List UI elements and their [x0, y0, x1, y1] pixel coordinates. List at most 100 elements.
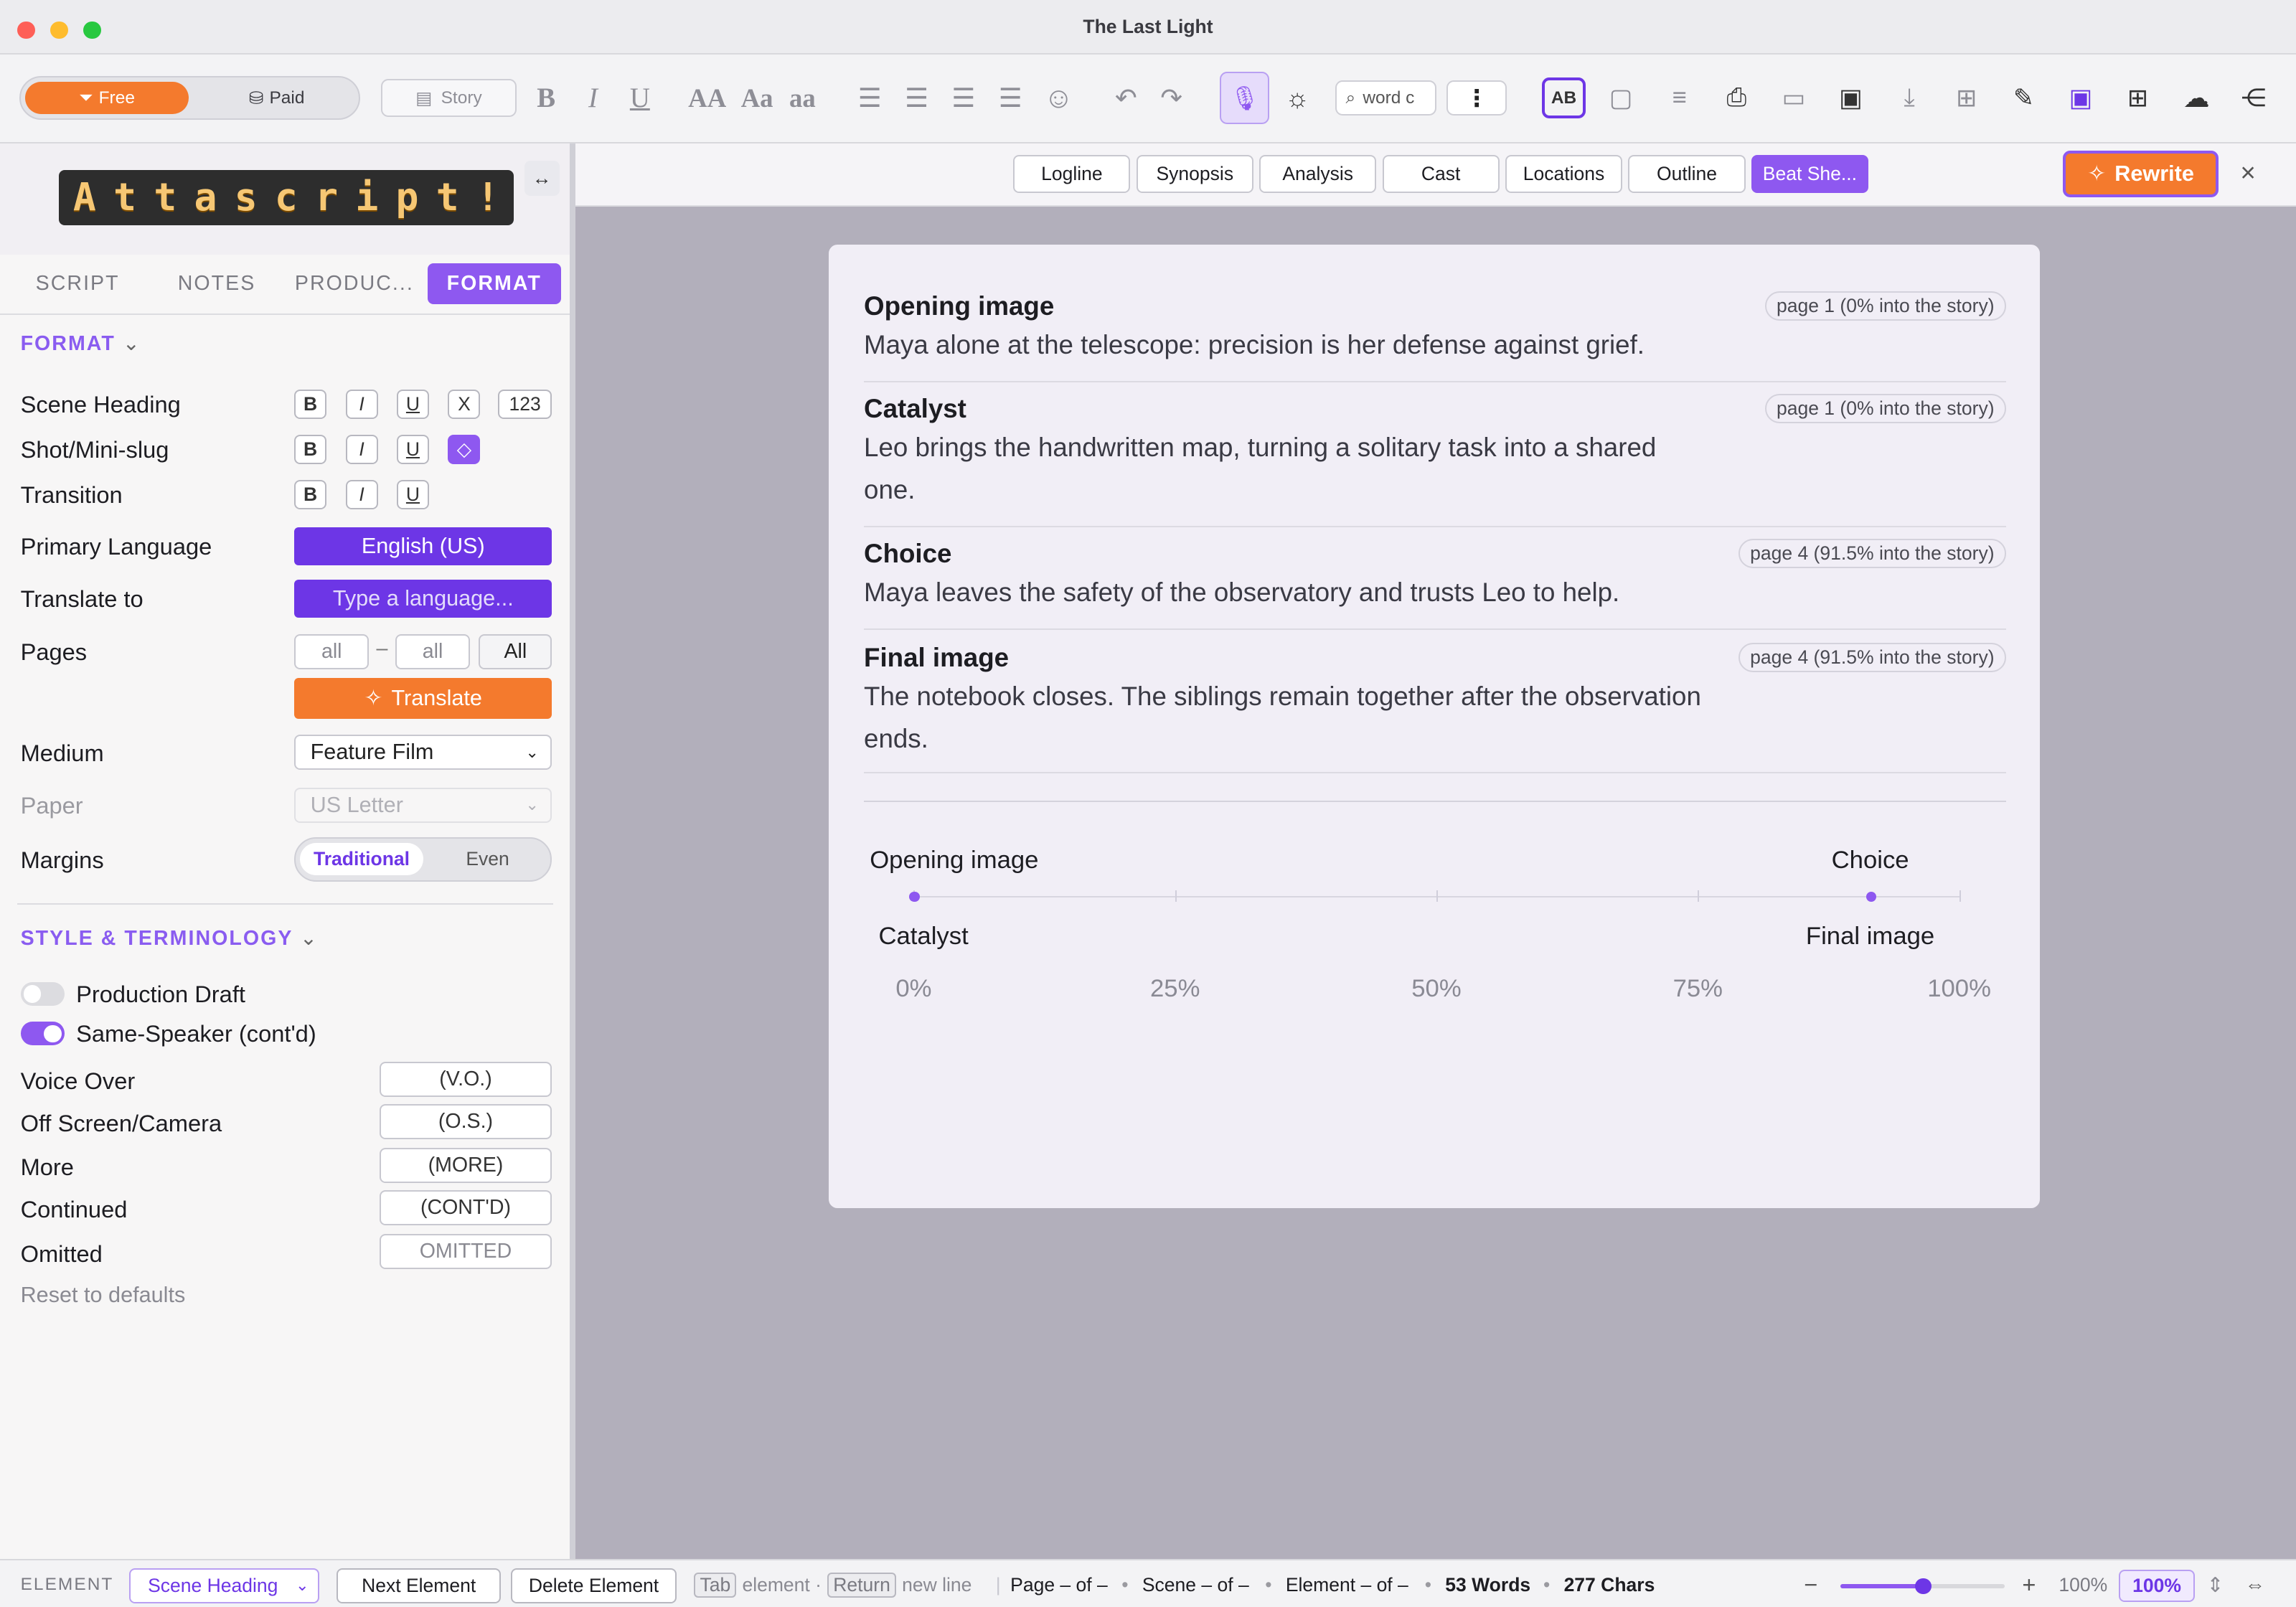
- zoom-slider[interactable]: [1840, 1578, 2005, 1595]
- close-icon[interactable]: ×: [2240, 158, 2255, 188]
- shot-underline-button[interactable]: U: [397, 435, 429, 464]
- reset-defaults-link[interactable]: Reset to defaults: [21, 1283, 186, 1308]
- present-icon[interactable]: ▣: [1833, 80, 1868, 116]
- pages-from-input[interactable]: all: [294, 633, 370, 669]
- transition-bold-button[interactable]: B: [294, 480, 327, 510]
- emoji-icon[interactable]: ☺: [1041, 80, 1076, 116]
- scene-numbers-button[interactable]: 123: [497, 389, 552, 419]
- lowercase-icon[interactable]: aa: [784, 80, 822, 116]
- uppercase-icon[interactable]: AA: [685, 80, 729, 116]
- save-icon[interactable]: ▣: [2063, 80, 2098, 116]
- undo-icon[interactable]: ↶: [1110, 80, 1142, 116]
- download-icon[interactable]: ⤓: [1892, 80, 1927, 116]
- italic-icon[interactable]: I: [577, 80, 609, 116]
- story-button[interactable]: ▤ Story: [380, 79, 517, 118]
- justify-icon[interactable]: ☰: [994, 80, 1027, 116]
- brightness-icon[interactable]: ☼: [1281, 80, 1314, 116]
- element-type-select[interactable]: Scene Heading ⌄: [128, 1568, 319, 1603]
- beat-sheet-button[interactable]: Beat She...: [1751, 155, 1869, 194]
- paid-plan-button[interactable]: ⛁ Paid: [199, 82, 354, 114]
- rewrite-button[interactable]: ✧ Rewrite: [2063, 151, 2219, 198]
- tab-script[interactable]: SCRIPT: [14, 263, 141, 304]
- pages-all-button[interactable]: All: [479, 633, 552, 669]
- transition-underline-button[interactable]: U: [397, 480, 429, 510]
- production-draft-toggle[interactable]: [20, 982, 65, 1006]
- align-right-icon[interactable]: ☰: [947, 80, 979, 116]
- maximize-window-button[interactable]: [83, 22, 101, 39]
- delete-element-button[interactable]: Delete Element: [511, 1568, 677, 1603]
- paper-select[interactable]: US Letter ⌄: [294, 787, 552, 823]
- document-check-icon[interactable]: ▢: [1604, 80, 1639, 116]
- omitted-input[interactable]: OMITTED: [379, 1234, 552, 1270]
- fit-width-icon[interactable]: ⇔: [2245, 1560, 2266, 1607]
- close-window-button[interactable]: [17, 22, 35, 39]
- scene-heading-bold-button[interactable]: B: [294, 389, 327, 419]
- off-screen-input[interactable]: (O.S.): [379, 1103, 552, 1139]
- resize-sidebar-icon[interactable]: ↔: [524, 161, 560, 197]
- continued-input[interactable]: (CONT'D): [379, 1190, 552, 1226]
- folder-open-icon[interactable]: ▭: [1776, 80, 1811, 116]
- more-input[interactable]: (MORE): [379, 1147, 552, 1183]
- translate-language-input[interactable]: Type a language...: [294, 580, 552, 618]
- element-label: ELEMENT: [20, 1575, 114, 1595]
- tab-notes[interactable]: NOTES: [152, 263, 281, 304]
- primary-language-select[interactable]: English (US): [294, 527, 552, 565]
- zoom-slider-handle[interactable]: [1915, 1578, 1932, 1595]
- tab-format[interactable]: FORMAT: [427, 263, 561, 305]
- synopsis-button[interactable]: Synopsis: [1136, 155, 1253, 194]
- locations-button[interactable]: Locations: [1505, 155, 1623, 194]
- edit-file-icon[interactable]: ✎: [2006, 80, 2041, 116]
- redo-icon[interactable]: ↷: [1155, 80, 1187, 116]
- voice-over-input[interactable]: (V.O.): [379, 1061, 552, 1097]
- outline-button[interactable]: Outline: [1628, 155, 1746, 194]
- timeline-marker: [909, 891, 920, 903]
- sidebar-divider[interactable]: [570, 143, 576, 1560]
- fit-height-icon[interactable]: ⇕: [2206, 1560, 2224, 1607]
- timeline-tick-label: 100%: [1927, 975, 1991, 1003]
- scene-heading-clear-button[interactable]: X: [448, 389, 481, 419]
- search-input[interactable]: ⌕ word c: [1335, 80, 1437, 116]
- table-icon[interactable]: ⊞: [2120, 80, 2155, 116]
- style-section-heading[interactable]: STYLE & TERMINOLOGY ⌄: [21, 925, 319, 951]
- beat-name: Opening image: [864, 291, 1055, 321]
- medium-select[interactable]: Feature Film ⌄: [294, 735, 552, 770]
- titlecase-icon[interactable]: Aa: [735, 80, 778, 116]
- shot-bold-button[interactable]: B: [294, 435, 327, 464]
- shot-italic-button[interactable]: I: [345, 435, 378, 464]
- share-icon[interactable]: ⋲: [2236, 80, 2271, 116]
- cast-button[interactable]: Cast: [1382, 155, 1500, 194]
- margins-even-option[interactable]: Even: [428, 843, 547, 875]
- microphone-icon[interactable]: 🎙: [1219, 71, 1270, 125]
- shot-diamond-icon[interactable]: ◇: [448, 435, 481, 464]
- print-icon[interactable]: ⎙: [1719, 80, 1754, 116]
- transition-italic-button[interactable]: I: [345, 480, 378, 510]
- list-check-icon[interactable]: ≡: [1662, 80, 1697, 116]
- pages-to-input[interactable]: all: [395, 633, 471, 669]
- scene-heading-underline-button[interactable]: U: [397, 389, 429, 419]
- margins-traditional-option[interactable]: Traditional: [300, 843, 423, 876]
- free-plan-button[interactable]: ⏷ Free: [24, 82, 189, 115]
- same-speaker-toggle[interactable]: [20, 1022, 65, 1046]
- format-section-heading[interactable]: FORMAT ⌄: [21, 331, 141, 356]
- align-center-icon[interactable]: ☰: [900, 80, 933, 116]
- minimize-window-button[interactable]: [50, 22, 68, 39]
- translate-button[interactable]: ✧ Translate: [294, 677, 552, 720]
- underline-icon[interactable]: U: [624, 80, 656, 116]
- analysis-button[interactable]: Analysis: [1259, 155, 1377, 194]
- spellcheck-icon[interactable]: AB: [1541, 77, 1586, 119]
- plan-toggle[interactable]: ⏷ Free ⛁ Paid: [19, 76, 361, 121]
- bold-icon[interactable]: B: [530, 80, 563, 116]
- zoom-out-icon[interactable]: −: [1804, 1560, 1817, 1607]
- logline-button[interactable]: Logline: [1013, 155, 1131, 194]
- scene-heading-italic-button[interactable]: I: [345, 389, 378, 419]
- more-menu-icon[interactable]: ⋮: [1446, 80, 1507, 116]
- zoom-in-icon[interactable]: +: [2022, 1560, 2036, 1607]
- margins-toggle[interactable]: Traditional Even: [294, 837, 552, 882]
- new-file-icon[interactable]: ⊞: [1949, 80, 1984, 116]
- align-left-icon[interactable]: ☰: [854, 80, 886, 116]
- cloud-upload-icon[interactable]: ☁: [2178, 80, 2216, 116]
- beat-description: The notebook closes. The siblings remain…: [864, 681, 1701, 753]
- zoom-level-box[interactable]: 100%: [2119, 1569, 2196, 1602]
- next-element-button[interactable]: Next Element: [337, 1568, 501, 1603]
- tab-production[interactable]: PRODUC...: [290, 263, 419, 304]
